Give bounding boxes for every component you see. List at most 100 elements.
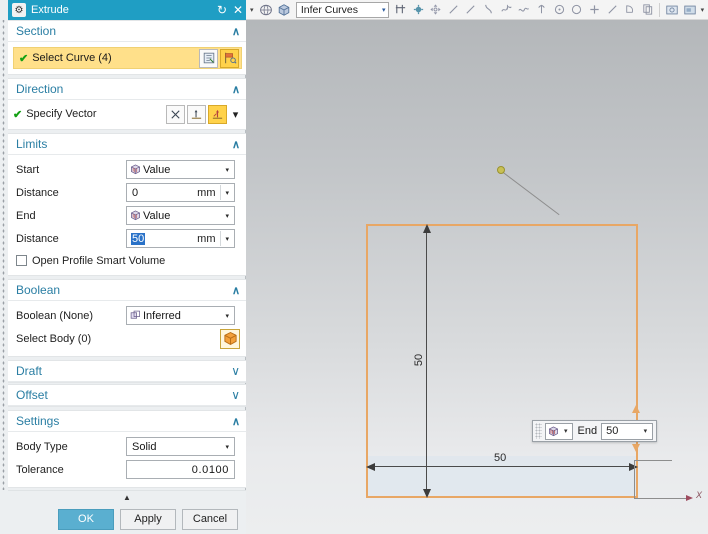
cancel-button[interactable]: Cancel: [182, 508, 238, 530]
preview-window-icon[interactable]: [682, 1, 698, 18]
circle-icon[interactable]: [551, 1, 567, 18]
inferred-vector-icon[interactable]: [208, 104, 227, 124]
extrude-drag-handle[interactable]: [497, 166, 505, 174]
group-header-draft[interactable]: Draft ∨: [8, 361, 246, 382]
graphics-viewport[interactable]: 50 50 X ▾ End 50 ▾: [246, 20, 708, 534]
horizontal-dimension-line: [368, 466, 636, 467]
region-boundary-curves-icon[interactable]: [516, 1, 532, 18]
select-body-label: Select Body (0): [16, 332, 92, 345]
inline-editor-value-caret[interactable]: ▾: [641, 427, 651, 435]
dialog-resize-grip[interactable]: [0, 20, 8, 490]
horizontal-dimension-arrow-left: [366, 463, 375, 471]
group-header-limits[interactable]: Limits ∧: [8, 134, 246, 155]
axis-x-arrow: [686, 495, 693, 501]
connected-curves-icon[interactable]: [463, 1, 479, 18]
select-curve-row[interactable]: ✔ Select Curve (4): [13, 47, 242, 69]
dialog-body: Section ∧ ✔ Select Curve (4) Direction ∧…: [8, 20, 246, 490]
solid-body-icon[interactable]: [220, 328, 240, 349]
inline-editor-value-field[interactable]: 50 ▾: [601, 422, 654, 440]
chevron-down-icon[interactable]: ▾: [221, 166, 233, 174]
chevron-down-icon[interactable]: ∨: [231, 388, 240, 402]
end-distance-value[interactable]: 50: [131, 232, 146, 245]
group-header-section[interactable]: Section ∧: [8, 21, 246, 42]
line-icon[interactable]: [604, 1, 620, 18]
open-profile-smart-volume-checkbox[interactable]: Open Profile Smart Volume: [16, 251, 240, 270]
triangle-up-icon: ▲: [123, 493, 131, 502]
apply-button[interactable]: Apply: [120, 508, 176, 530]
group-header-boolean[interactable]: Boolean ∧: [8, 280, 246, 301]
close-icon[interactable]: ✕: [230, 3, 246, 17]
leader-line: [501, 171, 560, 216]
chevron-up-icon[interactable]: ∧: [232, 415, 240, 428]
vertical-dimension-label[interactable]: 50: [413, 350, 425, 370]
group-curves-icon[interactable]: [534, 1, 550, 18]
start-type-value: Value: [143, 163, 171, 176]
group-header-settings[interactable]: Settings ∧: [8, 411, 246, 432]
vector-constructor-icon[interactable]: [187, 104, 206, 124]
feature-curves-icon[interactable]: [498, 1, 514, 18]
reverse-direction-icon[interactable]: [166, 104, 185, 124]
curve-rule-caret[interactable]: ▾: [382, 6, 386, 14]
face-finder-icon[interactable]: [259, 1, 275, 18]
solid-body-icon[interactable]: [276, 1, 292, 18]
follow-fillet-icon[interactable]: [410, 1, 426, 18]
sketch-section-icon[interactable]: [199, 48, 218, 68]
chevron-up-icon[interactable]: ∧: [232, 83, 240, 96]
start-distance-value: 0: [132, 186, 139, 199]
selection-toolbar[interactable]: ▾ Infer Curves ▾ ▾: [246, 0, 708, 20]
toolbar-more-caret[interactable]: ▾: [699, 6, 708, 14]
group-body-limits: Start Value ▾ Distance 0 mm ▾ End Value …: [8, 155, 246, 275]
sketch-section-view-icon[interactable]: [664, 1, 680, 18]
group-header-offset[interactable]: Offset ∨: [8, 385, 246, 406]
group-header-direction[interactable]: Direction ∧: [8, 79, 246, 100]
select-curve-icon[interactable]: [622, 1, 638, 18]
copy-curve-icon[interactable]: [640, 1, 656, 18]
body-type-combo[interactable]: Solid ▾: [126, 437, 235, 456]
tangent-curves-icon[interactable]: [481, 1, 497, 18]
tolerance-label: Tolerance: [16, 463, 64, 476]
group-title-limits: Limits: [16, 137, 48, 151]
extrude-direction-arrow-down: [632, 444, 640, 452]
chevron-down-icon[interactable]: ▾: [221, 189, 233, 197]
wcs-rectangle: [634, 460, 672, 498]
checkbox-box[interactable]: [16, 255, 27, 266]
end-type-combo[interactable]: Value ▾: [126, 206, 235, 225]
reset-icon[interactable]: ↻: [214, 3, 230, 17]
chevron-down-icon[interactable]: ▾: [221, 212, 233, 220]
start-distance-field[interactable]: 0 mm ▾: [126, 183, 235, 202]
inline-editor-grip[interactable]: [535, 423, 542, 439]
dialog-titlebar[interactable]: ⚙ Extrude ↻ ✕: [8, 0, 246, 20]
chevron-up-icon[interactable]: ∧: [232, 284, 240, 297]
specify-vector-label: Specify Vector: [26, 108, 97, 120]
chevron-up-icon[interactable]: ∧: [232, 138, 240, 151]
chevron-down-icon[interactable]: ▾: [229, 105, 242, 124]
chevron-down-icon[interactable]: ∨: [231, 364, 240, 378]
circular-slot-icon[interactable]: [569, 1, 585, 18]
plus-icon[interactable]: [587, 1, 603, 18]
start-type-combo[interactable]: Value ▾: [126, 160, 235, 179]
inline-type-caret[interactable]: ▾: [561, 427, 571, 435]
boolean-type-combo[interactable]: Inferred ▾: [126, 306, 235, 325]
horizontal-dimension-label[interactable]: 50: [494, 452, 506, 464]
group-title-boolean: Boolean: [16, 283, 61, 297]
select-body-row[interactable]: Select Body (0): [16, 328, 240, 349]
draw-section-icon[interactable]: [220, 48, 239, 68]
tolerance-field[interactable]: 0.0100: [126, 460, 235, 479]
inline-value-editor[interactable]: ▾ End 50 ▾: [532, 420, 658, 442]
chevron-up-icon[interactable]: ∧: [232, 25, 240, 38]
body-type-row: Body Type Solid ▾: [16, 436, 240, 457]
single-curve-icon[interactable]: [445, 1, 461, 18]
curve-rule-dropdown[interactable]: Infer Curves ▾: [295, 1, 389, 18]
chevron-down-icon[interactable]: ▾: [221, 312, 233, 320]
chevron-down-icon[interactable]: ▾: [221, 443, 233, 451]
inline-type-combo[interactable]: ▾: [545, 422, 573, 440]
chevron-down-icon[interactable]: ▾: [221, 235, 233, 243]
end-distance-field[interactable]: 50 mm ▾: [126, 229, 235, 248]
stop-at-intersection-icon[interactable]: [393, 1, 409, 18]
group-title-settings: Settings: [16, 414, 60, 428]
ok-button[interactable]: OK: [58, 508, 114, 530]
dialog-expander[interactable]: ▲: [8, 490, 246, 504]
toolbar-overflow-caret[interactable]: ▾: [248, 6, 258, 14]
group-section: Section ∧ ✔ Select Curve (4): [8, 20, 246, 75]
move-curve-icon[interactable]: [428, 1, 444, 18]
